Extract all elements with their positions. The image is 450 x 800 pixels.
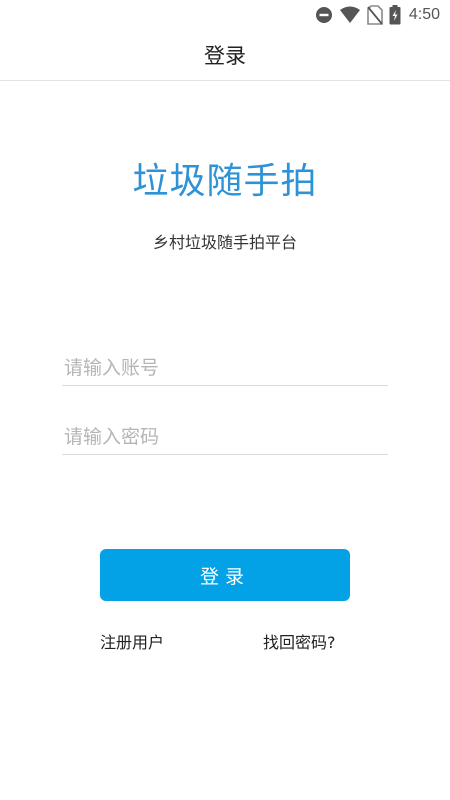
title-bar: 登录 xyxy=(0,30,450,81)
page-title: 登录 xyxy=(204,44,246,68)
forgot-password-link[interactable]: 找回密码? xyxy=(263,629,336,653)
app-name: 垃圾随手拍 xyxy=(132,161,318,202)
login-screen: 4:50 登录 垃圾随手拍 乡村垃圾随手拍平台 登录 注册用户 找回密码? xyxy=(0,0,450,800)
status-icons: 4:50 xyxy=(315,5,440,25)
app-subtitle: 乡村垃圾随手拍平台 xyxy=(152,233,297,252)
login-button[interactable]: 登录 xyxy=(100,549,350,601)
register-link[interactable]: 注册用户 xyxy=(100,629,164,653)
wifi-icon xyxy=(339,6,361,24)
do-not-disturb-icon xyxy=(315,6,333,24)
account-input[interactable] xyxy=(62,350,388,386)
battery-charging-icon xyxy=(389,5,401,25)
status-time: 4:50 xyxy=(408,6,440,23)
no-sim-icon xyxy=(367,5,383,25)
status-bar: 4:50 xyxy=(0,0,450,30)
password-input[interactable] xyxy=(62,419,388,455)
